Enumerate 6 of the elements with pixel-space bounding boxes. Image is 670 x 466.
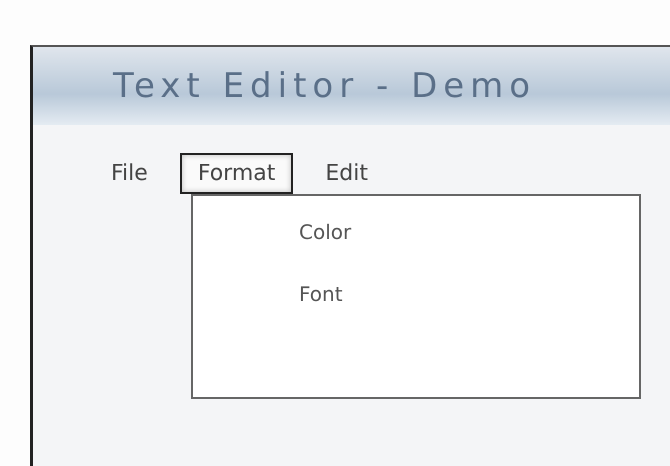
menu-item[interactable]: Edit — [307, 153, 386, 194]
menu-item[interactable]: Format — [180, 153, 294, 194]
menu-option[interactable]: Color — [293, 216, 358, 248]
menu-item[interactable]: File — [93, 153, 166, 194]
menu-option[interactable]: Font — [293, 278, 349, 310]
window-title: Text Editor - Demo — [113, 66, 536, 106]
